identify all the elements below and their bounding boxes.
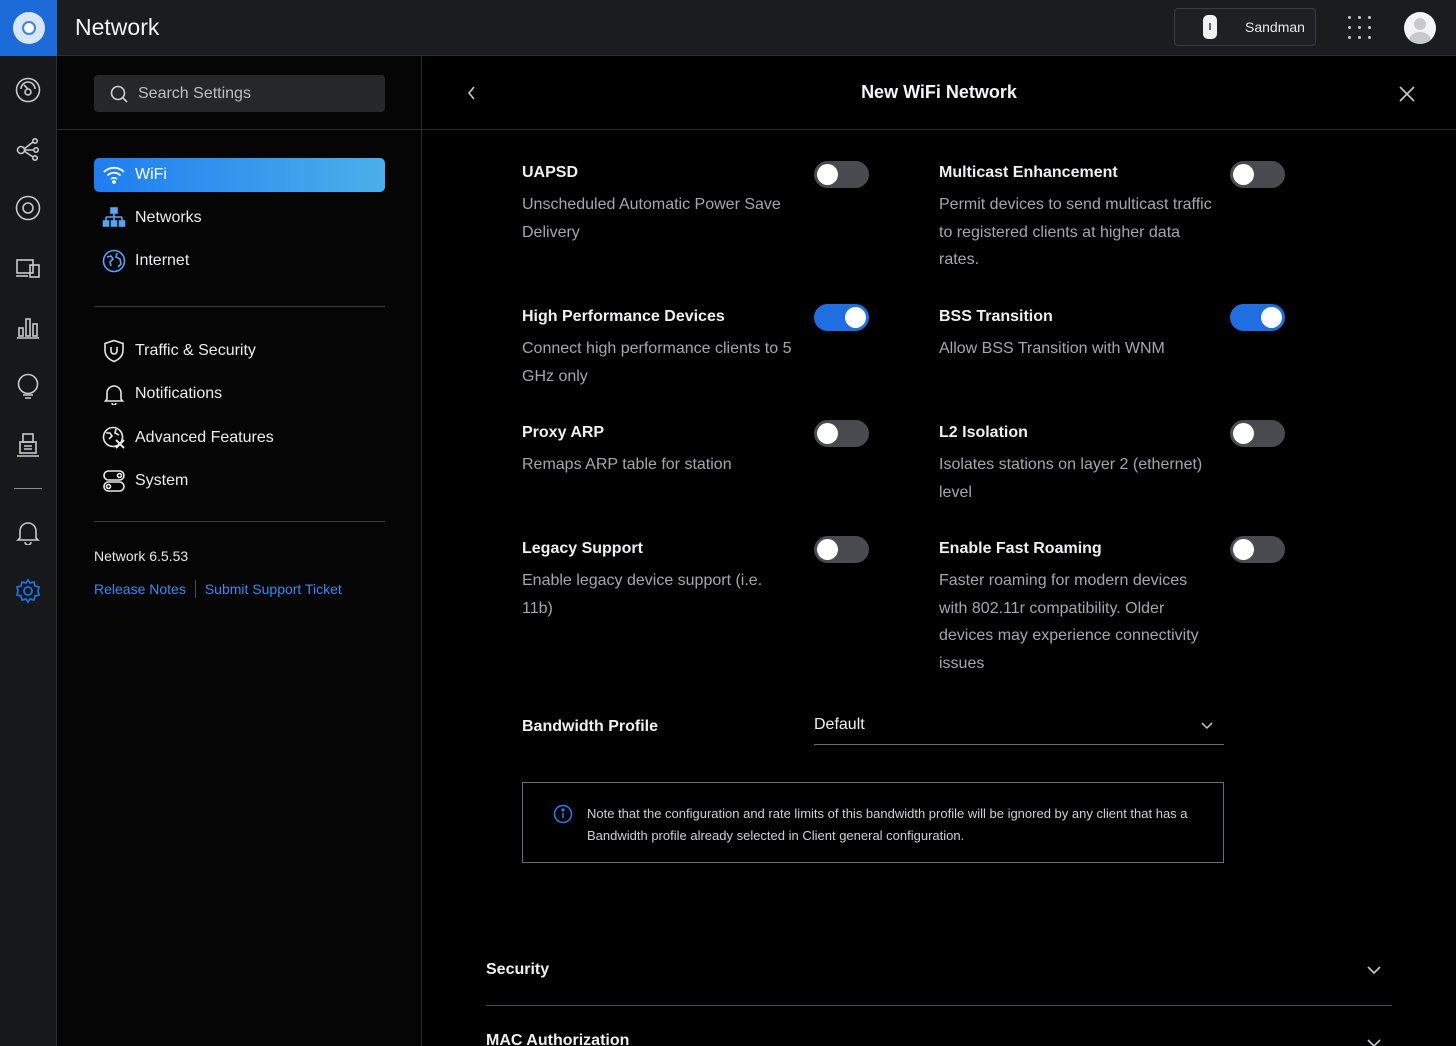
option-description: Isolates stations on layer 2 (ethernet) …: [939, 456, 1203, 501]
bss-transition-toggle[interactable]: [1230, 304, 1285, 331]
statistics-icon[interactable]: [14, 313, 42, 341]
high-performance-devices-toggle[interactable]: [814, 304, 869, 331]
sidebar-header: [57, 56, 421, 130]
insights-icon[interactable]: [14, 372, 42, 400]
option-description: Faster roaming for modern devices with 8…: [939, 572, 1199, 672]
sidebar-item-system[interactable]: System: [94, 464, 385, 498]
footer-links: Release Notes Submit Support Ticket: [94, 580, 342, 598]
advanced-icon: [101, 425, 127, 451]
search-icon: [110, 85, 128, 103]
app-logo[interactable]: [0, 0, 57, 56]
devices-icon[interactable]: [14, 194, 42, 222]
option-description: Allow BSS Transition with WNM: [939, 340, 1165, 357]
legacy-support-toggle[interactable]: [814, 536, 869, 563]
chevron-down-icon: [1366, 963, 1382, 981]
panel-title: New WiFi Network: [861, 82, 1017, 102]
link-separator: [194, 580, 196, 598]
bandwidth-profile-value: Default: [814, 716, 865, 733]
option-description: Enable legacy device support (i.e. 11b): [522, 572, 763, 617]
sidebar-item-label: Networks: [135, 209, 202, 226]
release-notes-link[interactable]: Release Notes: [94, 581, 186, 597]
close-button[interactable]: [1396, 83, 1418, 105]
app-grid-icon[interactable]: [1348, 16, 1372, 40]
version-label: Network 6.5.53: [94, 548, 189, 564]
console-device-icon: [1203, 15, 1217, 39]
panel-header: New WiFi Network: [422, 56, 1456, 130]
chevron-down-icon: [1366, 1036, 1382, 1046]
bandwidth-profile-label: Bandwidth Profile: [522, 718, 658, 735]
device-selector[interactable]: Sandman: [1174, 8, 1316, 46]
option-description: Permit devices to send multicast traffic…: [939, 196, 1212, 268]
sidebar-item-label: Internet: [135, 252, 190, 269]
sidebar-item-label: System: [135, 472, 189, 489]
option-description: Unscheduled Automatic Power Save Deliver…: [522, 196, 781, 241]
rail-divider: [14, 488, 42, 489]
bandwidth-note: Note that the configuration and rate lim…: [522, 782, 1224, 863]
wifi-icon: [101, 162, 127, 188]
system-icon: [101, 468, 127, 494]
globe-icon: [101, 248, 127, 274]
sidebar-item-wifi[interactable]: WiFi: [94, 158, 385, 192]
sidebar-item-networks[interactable]: Networks: [94, 201, 385, 235]
settings-icon[interactable]: [14, 577, 42, 605]
note-text: Note that the configuration and rate lim…: [587, 806, 1188, 843]
fast-roaming-toggle[interactable]: [1230, 536, 1285, 563]
top-bar: Network Sandman: [0, 0, 1456, 56]
option-description: Connect high performance clients to 5 GH…: [522, 340, 792, 385]
settings-sidebar: WiFi Networks Internet Traffic & Securit…: [57, 56, 422, 1046]
sidebar-divider: [94, 306, 385, 307]
topology-icon[interactable]: [14, 135, 42, 163]
section-security[interactable]: Security: [486, 936, 1392, 1006]
networks-icon: [101, 205, 127, 231]
search-box[interactable]: [94, 75, 385, 112]
section-title: Security: [486, 961, 550, 978]
sidebar-item-internet[interactable]: Internet: [94, 244, 385, 278]
shield-icon: [101, 338, 127, 364]
clients-icon[interactable]: [14, 254, 42, 282]
sidebar-item-traffic-security[interactable]: Traffic & Security: [94, 334, 385, 368]
chevron-down-icon: [1200, 718, 1214, 736]
app-rail: [0, 56, 57, 1046]
sidebar-divider: [94, 521, 385, 522]
info-icon: [553, 804, 573, 829]
bell-icon: [101, 381, 127, 407]
support-ticket-link[interactable]: Submit Support Ticket: [205, 581, 342, 597]
bandwidth-profile-select[interactable]: Default: [814, 706, 1224, 745]
sidebar-item-label: Traffic & Security: [135, 342, 256, 359]
multicast-enhancement-toggle[interactable]: [1230, 161, 1285, 188]
main-panel: New WiFi Network UAPSD Unscheduled Autom…: [422, 56, 1456, 1046]
l2-isolation-toggle[interactable]: [1230, 420, 1285, 447]
sidebar-item-advanced-features[interactable]: Advanced Features: [94, 421, 385, 455]
dashboard-icon[interactable]: [14, 76, 42, 104]
alerts-icon[interactable]: [14, 518, 42, 546]
search-input[interactable]: [138, 84, 368, 103]
sidebar-item-label: WiFi: [135, 166, 167, 183]
system-log-icon[interactable]: [14, 431, 42, 459]
user-avatar[interactable]: [1404, 12, 1436, 44]
device-name: Sandman: [1245, 19, 1305, 35]
option-description: Remaps ARP table for station: [522, 456, 732, 473]
app-title: Network: [75, 14, 160, 40]
sidebar-item-label: Notifications: [135, 385, 223, 402]
sidebar-item-notifications[interactable]: Notifications: [94, 377, 385, 411]
proxy-arp-toggle[interactable]: [814, 420, 869, 447]
section-title: MAC Authorization: [486, 1032, 630, 1046]
sidebar-item-label: Advanced Features: [135, 429, 274, 446]
uapsd-toggle[interactable]: [814, 161, 869, 188]
section-mac-authorization[interactable]: MAC Authorization: [486, 1006, 1392, 1046]
